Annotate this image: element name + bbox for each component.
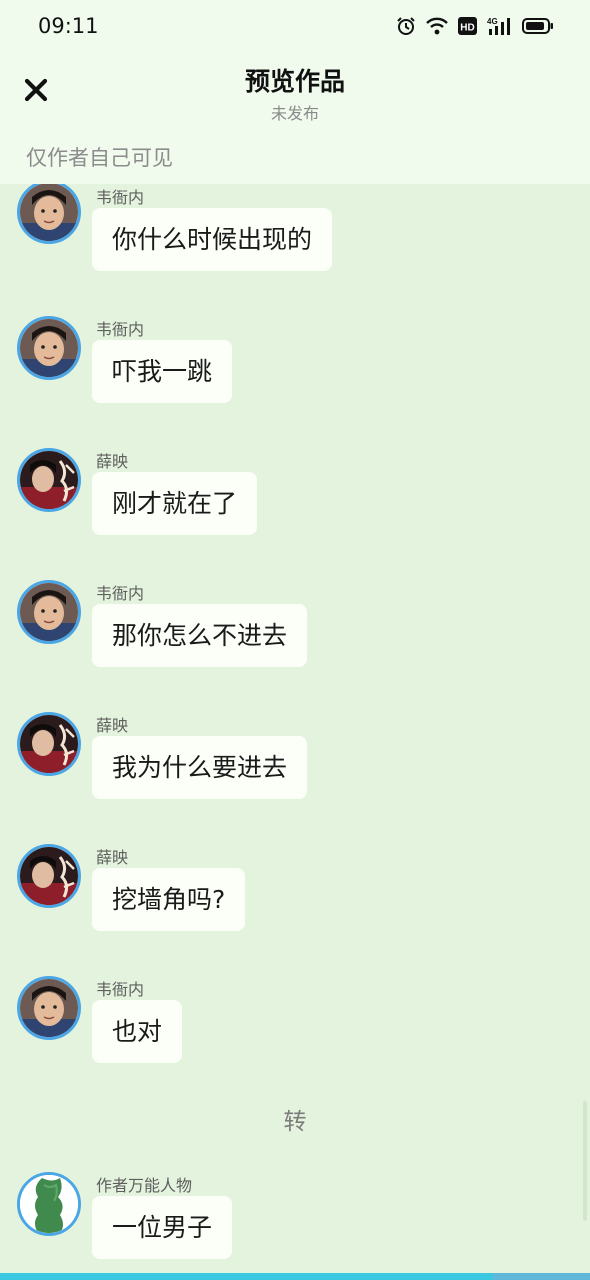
avatar-narrator[interactable] (17, 1172, 81, 1236)
chat-list[interactable]: 韦衙内 你什么时候出现的 韦衙内 吓我一跳 薛映 刚才就在了 韦衙内 那你怎么不… (0, 184, 590, 1274)
sender-name: 韦衙内 (96, 980, 145, 999)
chat-message: 作者万能人物 一位男子 (0, 1172, 590, 1272)
publish-status: 未发布 (270, 104, 319, 123)
status-icons: HD 4G (396, 14, 554, 38)
sender-name: 作者万能人物 (96, 1176, 193, 1195)
progress-bar (0, 1273, 590, 1280)
chat-message: 韦衙内 你什么时候出现的 (0, 184, 590, 284)
chat-message: 韦衙内 那你怎么不进去 (0, 580, 590, 680)
sender-name: 韦衙内 (96, 188, 145, 207)
avatar-xueying[interactable] (17, 448, 81, 512)
message-bubble[interactable]: 刚才就在了 (92, 472, 258, 535)
chat-message: 薛映 挖墙角吗? (0, 844, 590, 944)
avatar-weiyanei[interactable] (17, 316, 81, 380)
visibility-note: 仅作者自己可见 (26, 146, 173, 170)
status-time: 09:11 (38, 14, 99, 38)
page-title: 预览作品 (244, 67, 345, 96)
avatar-weiyanei[interactable] (17, 976, 81, 1040)
message-bubble[interactable]: 挖墙角吗? (92, 868, 246, 931)
progress-fill (0, 1273, 493, 1280)
wifi-icon (425, 16, 449, 36)
sender-name: 韦衙内 (96, 320, 145, 339)
svg-text:4G: 4G (487, 17, 498, 26)
sender-name: 薛映 (96, 848, 129, 867)
message-bubble[interactable]: 那你怎么不进去 (92, 604, 308, 667)
status-bar: 09:11 HD 4G (0, 0, 590, 52)
avatar-xueying[interactable] (17, 712, 81, 776)
avatar-xueying[interactable] (17, 844, 81, 908)
scrollbar[interactable] (583, 1101, 587, 1221)
chat-message: 韦衙内 也对 (0, 976, 590, 1076)
chat-message: 韦衙内 吓我一跳 (0, 316, 590, 416)
chat-message: 薛映 我为什么要进去 (0, 712, 590, 812)
avatar-weiyanei[interactable] (17, 580, 81, 644)
message-bubble[interactable]: 也对 (92, 1000, 183, 1063)
sender-name: 薛映 (96, 452, 129, 471)
hd-icon: HD (458, 16, 478, 36)
svg-text:HD: HD (460, 23, 474, 34)
sender-name: 韦衙内 (96, 584, 145, 603)
message-bubble[interactable]: 吓我一跳 (92, 340, 233, 403)
4g-signal-icon: 4G (487, 16, 513, 36)
chat-message: 薛映 刚才就在了 (0, 448, 590, 548)
avatar-weiyanei[interactable] (17, 184, 81, 244)
message-bubble[interactable]: 我为什么要进去 (92, 736, 308, 799)
alarm-icon (396, 16, 416, 36)
preview-header: 预览作品 未发布 仅作者自己可见 (0, 52, 590, 184)
battery-icon (522, 16, 554, 36)
sender-name: 薛映 (96, 716, 129, 735)
message-bubble[interactable]: 你什么时候出现的 (92, 208, 333, 271)
message-bubble[interactable]: 一位男子 (92, 1196, 233, 1259)
scene-separator: 转 (283, 1109, 307, 1135)
